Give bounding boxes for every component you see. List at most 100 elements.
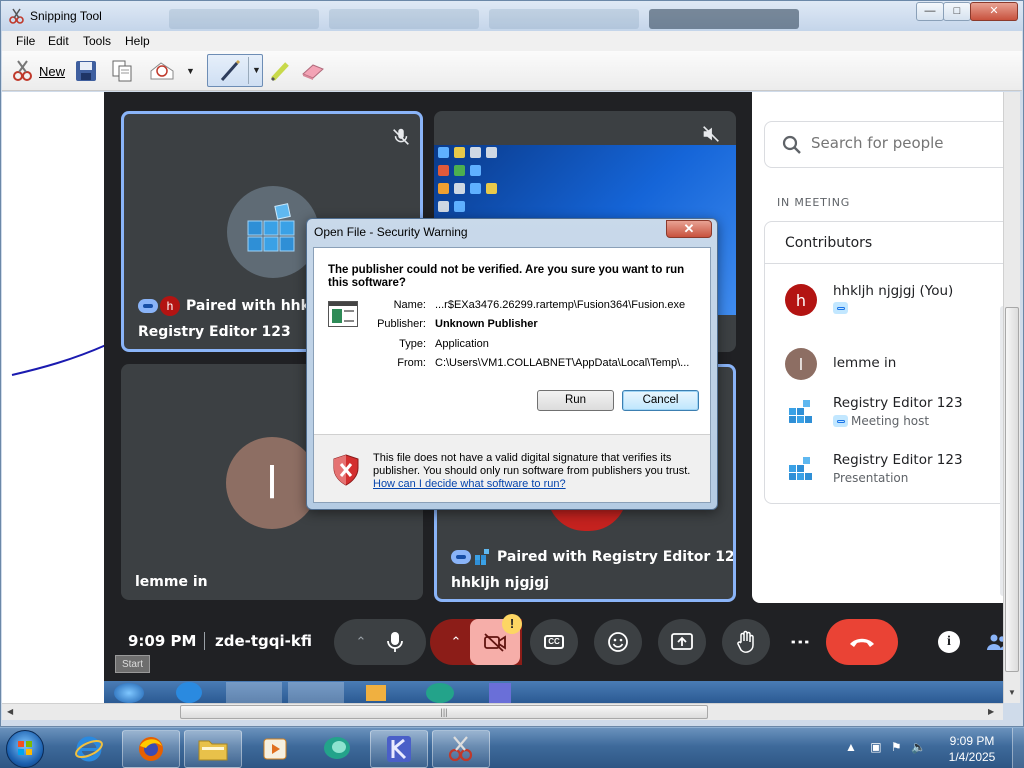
scroll-thumb[interactable] [1005, 307, 1019, 672]
publisher-value: Unknown Publisher [435, 318, 538, 330]
clock-time: 9:09 PM [949, 734, 995, 748]
link-icon [138, 299, 158, 313]
toolbar: New ▼ ▼ [2, 51, 1022, 91]
taskbar-firefox[interactable] [122, 730, 180, 768]
search-input[interactable] [811, 134, 1011, 152]
maximize-button[interactable]: □ [943, 2, 971, 21]
more-options-button[interactable]: ⋮ [776, 619, 824, 665]
participant-row[interactable]: l lemme in [785, 344, 1015, 384]
menu-file[interactable]: File [16, 34, 35, 48]
new-snip-button[interactable]: New [11, 57, 65, 85]
desktop-icon [486, 147, 497, 158]
contributors-heading[interactable]: Contributors [785, 235, 872, 251]
copy-icon [112, 60, 132, 82]
chevron-up-icon[interactable]: ⌃ [356, 634, 367, 650]
show-hidden-icons-icon[interactable]: ▲ [845, 740, 857, 754]
scissors-icon [448, 736, 473, 762]
send-snip-button[interactable]: ▼ [148, 57, 195, 85]
end-call-button[interactable] [826, 619, 898, 665]
start-orb-icon [114, 683, 144, 703]
link-icon [833, 415, 848, 427]
warning-badge: ! [502, 614, 522, 634]
window-title: Snipping Tool [30, 9, 102, 23]
contributors-group: Contributors h hhkljh njgjgj (You) l lem… [764, 221, 1014, 504]
menu-edit[interactable]: Edit [48, 34, 69, 48]
participant-row[interactable]: Registry Editor 123 Meeting host [785, 392, 1015, 432]
send-email-icon [150, 62, 174, 80]
meeting-info-button[interactable]: i [934, 627, 964, 657]
highlighter-button[interactable] [268, 57, 292, 85]
taskbar-snipping-tool[interactable] [432, 730, 490, 768]
horizontal-scrollbar[interactable]: ◀ ||| ▶ [2, 703, 1003, 720]
system-clock[interactable]: 9:09 PM 1/4/2025 [936, 733, 1008, 765]
start-button[interactable] [6, 730, 44, 768]
ie-icon [176, 682, 202, 703]
meeting-code: zde-tgqi-kfi [215, 632, 312, 650]
system-tray: ▲ ▣ ⚑ 🔈 [845, 740, 926, 754]
pen-dropdown-arrow-icon[interactable]: ▼ [252, 65, 261, 75]
scissors-icon [9, 8, 24, 24]
start-tooltip: Start [115, 655, 150, 673]
present-button[interactable] [658, 619, 706, 665]
explorer-icon [288, 682, 344, 703]
chevron-up-icon[interactable]: ⌃ [451, 634, 462, 650]
menu-tools[interactable]: Tools [83, 34, 111, 48]
menu-help[interactable]: Help [125, 34, 150, 48]
security-warning-dialog: Open File - Security Warning ✕ The publi… [306, 218, 718, 510]
eraser-button[interactable] [300, 57, 326, 85]
new-label: New [39, 63, 66, 79]
app-icon [489, 683, 511, 703]
name-label: Name: [393, 299, 426, 311]
desktop-icon [438, 201, 449, 212]
participant-name: Registry Editor 123 [833, 452, 963, 468]
taskbar-explorer[interactable] [184, 730, 242, 768]
paired-badge: Paired with Registry Editor 123 [451, 548, 733, 566]
network-icon[interactable]: ▣ [870, 740, 881, 754]
pen-icon [220, 59, 241, 81]
windows-logo-icon [18, 741, 32, 755]
desktop-icon [438, 165, 449, 176]
taskbar-k-app[interactable] [370, 730, 428, 768]
close-button[interactable]: ✕ [970, 2, 1018, 21]
scroll-down-arrow-icon[interactable]: ▼ [1008, 688, 1016, 697]
cancel-button[interactable]: Cancel [622, 390, 699, 411]
pen-tool-button[interactable]: ▼ [207, 54, 263, 87]
save-button[interactable] [74, 57, 98, 85]
vertical-scrollbar[interactable]: ▼ [1003, 92, 1020, 703]
help-link[interactable]: How can I decide what software to run? [373, 478, 566, 490]
taskbar: ▲ ▣ ⚑ 🔈 9:09 PM 1/4/2025 [0, 727, 1024, 768]
link-icon [451, 550, 471, 564]
taskbar-ie[interactable] [60, 730, 118, 768]
background-tab [169, 9, 319, 29]
show-desktop-button[interactable] [1012, 728, 1024, 768]
copy-button[interactable] [110, 57, 134, 85]
background-tab [649, 9, 799, 29]
scroll-left-arrow-icon[interactable]: ◀ [7, 707, 13, 716]
people-search[interactable] [764, 121, 1014, 168]
firefox-icon [139, 737, 163, 761]
search-icon [782, 135, 801, 154]
scroll-right-arrow-icon[interactable]: ▶ [988, 707, 994, 716]
raise-hand-button[interactable] [722, 619, 770, 665]
dropdown-arrow-icon[interactable]: ▼ [186, 66, 195, 76]
type-label: Type: [399, 338, 426, 350]
meeting-time: 9:09 PM [128, 632, 197, 650]
menu-bar: File Edit Tools Help [2, 31, 1022, 51]
mic-control[interactable]: ⌃ [334, 619, 426, 665]
emoji-button[interactable] [594, 619, 642, 665]
camera-off-icon [484, 633, 506, 652]
save-icon [76, 61, 96, 81]
dialog-close-button[interactable]: ✕ [666, 220, 712, 238]
scroll-thumb[interactable]: ||| [180, 705, 708, 719]
participant-row[interactable]: Registry Editor 123 Presentation [785, 449, 1015, 489]
participant-row[interactable]: h hhkljh njgjgj (You) [785, 280, 1015, 320]
taskbar-media-player[interactable] [246, 730, 304, 768]
volume-icon[interactable]: 🔈 [911, 740, 926, 754]
action-center-flag-icon[interactable]: ⚑ [891, 740, 902, 754]
minimize-button[interactable]: — [916, 2, 944, 21]
run-button[interactable]: Run [537, 390, 614, 411]
taskbar-app[interactable] [308, 730, 366, 768]
captions-button[interactable]: CC [530, 619, 578, 665]
desktop-icon [454, 165, 465, 176]
mic-icon[interactable] [386, 631, 404, 653]
